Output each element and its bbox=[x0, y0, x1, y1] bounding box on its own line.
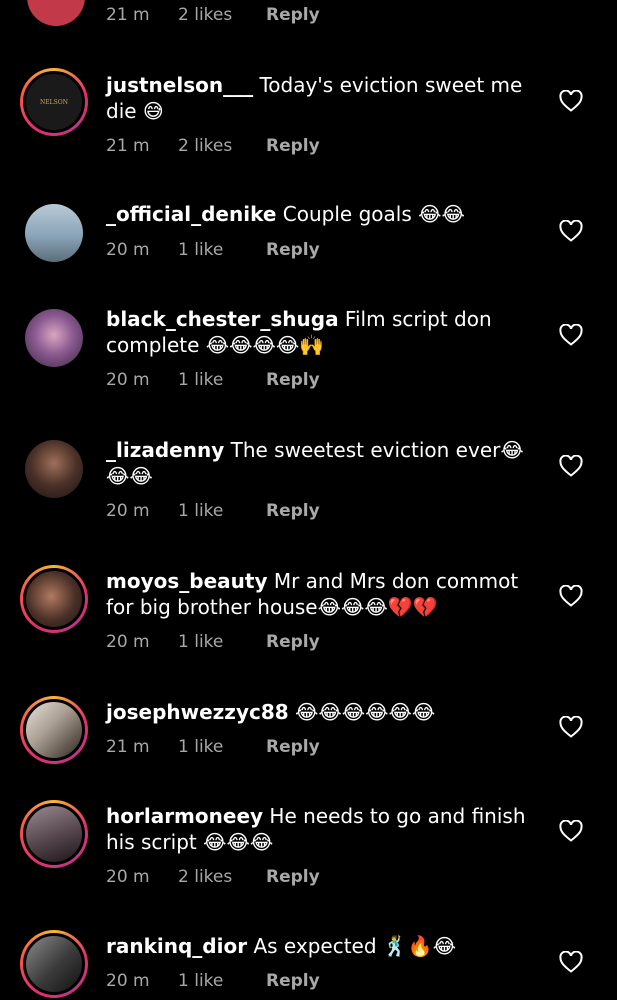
reply-button[interactable]: Reply bbox=[266, 136, 320, 156]
comment-likes[interactable]: 1 like bbox=[178, 737, 266, 757]
comment-text: _lizadenny The sweetest eviction ever😂😂😂 bbox=[106, 437, 546, 489]
avatar[interactable]: NELSON bbox=[20, 68, 88, 136]
comment-time: 20 m bbox=[106, 370, 150, 390]
comment-username[interactable]: black_chester_shuga bbox=[106, 307, 339, 331]
comment-text: horlarmoneey He needs to go and finish h… bbox=[106, 803, 546, 855]
reply-button[interactable]: Reply bbox=[266, 971, 320, 991]
avatar[interactable] bbox=[25, 440, 83, 498]
comment-meta: 20 m 2 likes Reply bbox=[106, 867, 320, 887]
heart-icon[interactable] bbox=[559, 820, 583, 842]
comment-text: moyos_beauty Mr and Mrs don commot for b… bbox=[106, 568, 546, 620]
comment-likes[interactable]: 2 likes bbox=[178, 136, 266, 156]
comment-meta: 21 m 2 likes Reply bbox=[106, 136, 320, 156]
comment-time: 20 m bbox=[106, 632, 150, 652]
comment-time: 20 m bbox=[106, 867, 150, 887]
comment-time: 20 m bbox=[106, 971, 150, 991]
comment-username[interactable]: _official_denike bbox=[106, 202, 276, 226]
heart-icon[interactable] bbox=[559, 324, 583, 346]
heart-icon[interactable] bbox=[559, 716, 583, 738]
comment-time: 21 m bbox=[106, 5, 150, 25]
comment-likes[interactable]: 1 like bbox=[178, 240, 266, 260]
comment-likes[interactable]: 1 like bbox=[178, 632, 266, 652]
comment-likes[interactable]: 1 like bbox=[178, 971, 266, 991]
reply-button[interactable]: Reply bbox=[266, 240, 320, 260]
comment-body: Couple goals 😂😂 bbox=[276, 202, 465, 226]
comment-meta: 20 m 1 like Reply bbox=[106, 632, 320, 652]
comment-text: _official_denike Couple goals 😂😂 bbox=[106, 201, 546, 227]
comment-username[interactable]: horlarmoneey bbox=[106, 804, 263, 828]
comment-meta: 20 m 1 like Reply bbox=[106, 370, 320, 390]
reply-button[interactable]: Reply bbox=[266, 867, 320, 887]
avatar[interactable] bbox=[20, 800, 88, 868]
comment-username[interactable]: justnelson___ bbox=[106, 73, 253, 97]
avatar[interactable] bbox=[20, 930, 88, 998]
comment-likes[interactable]: 2 likes bbox=[178, 5, 266, 25]
avatar-image bbox=[23, 699, 85, 761]
comment-time: 20 m bbox=[106, 501, 150, 521]
comment-meta: 20 m 1 like Reply bbox=[106, 501, 320, 521]
comment-meta: 21 m 2 likes Reply bbox=[106, 5, 320, 25]
avatar-image bbox=[23, 568, 85, 630]
comment-time: 21 m bbox=[106, 737, 150, 757]
avatar[interactable] bbox=[25, 309, 83, 367]
reply-button[interactable]: Reply bbox=[266, 370, 320, 390]
comment-likes[interactable]: 2 likes bbox=[178, 867, 266, 887]
comment-meta: 21 m 1 like Reply bbox=[106, 737, 320, 757]
comment-meta: 20 m 1 like Reply bbox=[106, 240, 320, 260]
comment-time: 20 m bbox=[106, 240, 150, 260]
comment-body: 😂😂😂😂😂😂 bbox=[288, 700, 436, 724]
reply-button[interactable]: Reply bbox=[266, 5, 320, 25]
avatar-image bbox=[23, 803, 85, 865]
avatar[interactable] bbox=[27, 0, 85, 26]
comment-username[interactable]: josephwezzyc88 bbox=[106, 700, 289, 724]
reply-button[interactable]: Reply bbox=[266, 737, 320, 757]
comment-username[interactable]: moyos_beauty bbox=[106, 569, 267, 593]
comment-meta: 20 m 1 like Reply bbox=[106, 971, 320, 991]
heart-icon[interactable] bbox=[559, 220, 583, 242]
heart-icon[interactable] bbox=[559, 951, 583, 973]
reply-button[interactable]: Reply bbox=[266, 501, 320, 521]
reply-button[interactable]: Reply bbox=[266, 632, 320, 652]
comment-text: black_chester_shuga Film script don comp… bbox=[106, 306, 546, 358]
heart-icon[interactable] bbox=[559, 90, 583, 112]
avatar-logo-text: NELSON bbox=[40, 98, 68, 106]
avatar-image bbox=[23, 933, 85, 995]
comment-likes[interactable]: 1 like bbox=[178, 501, 266, 521]
avatar[interactable] bbox=[20, 696, 88, 764]
comment-time: 21 m bbox=[106, 136, 150, 156]
avatar-image: NELSON bbox=[23, 71, 85, 133]
avatar[interactable] bbox=[20, 565, 88, 633]
comment-text: justnelson___ Today's eviction sweet me … bbox=[106, 72, 546, 124]
heart-icon[interactable] bbox=[559, 455, 583, 477]
avatar[interactable] bbox=[25, 204, 83, 262]
comment-text: josephwezzyc88 😂😂😂😂😂😂 bbox=[106, 699, 546, 725]
comment-username[interactable]: rankinq_dior bbox=[106, 934, 247, 958]
comment-username[interactable]: _lizadenny bbox=[106, 438, 224, 462]
comment-text: rankinq_dior As expected 🕺🔥😂 bbox=[106, 933, 546, 959]
heart-icon[interactable] bbox=[559, 585, 583, 607]
comment-body: As expected 🕺🔥😂 bbox=[247, 934, 457, 958]
comment-likes[interactable]: 1 like bbox=[178, 370, 266, 390]
